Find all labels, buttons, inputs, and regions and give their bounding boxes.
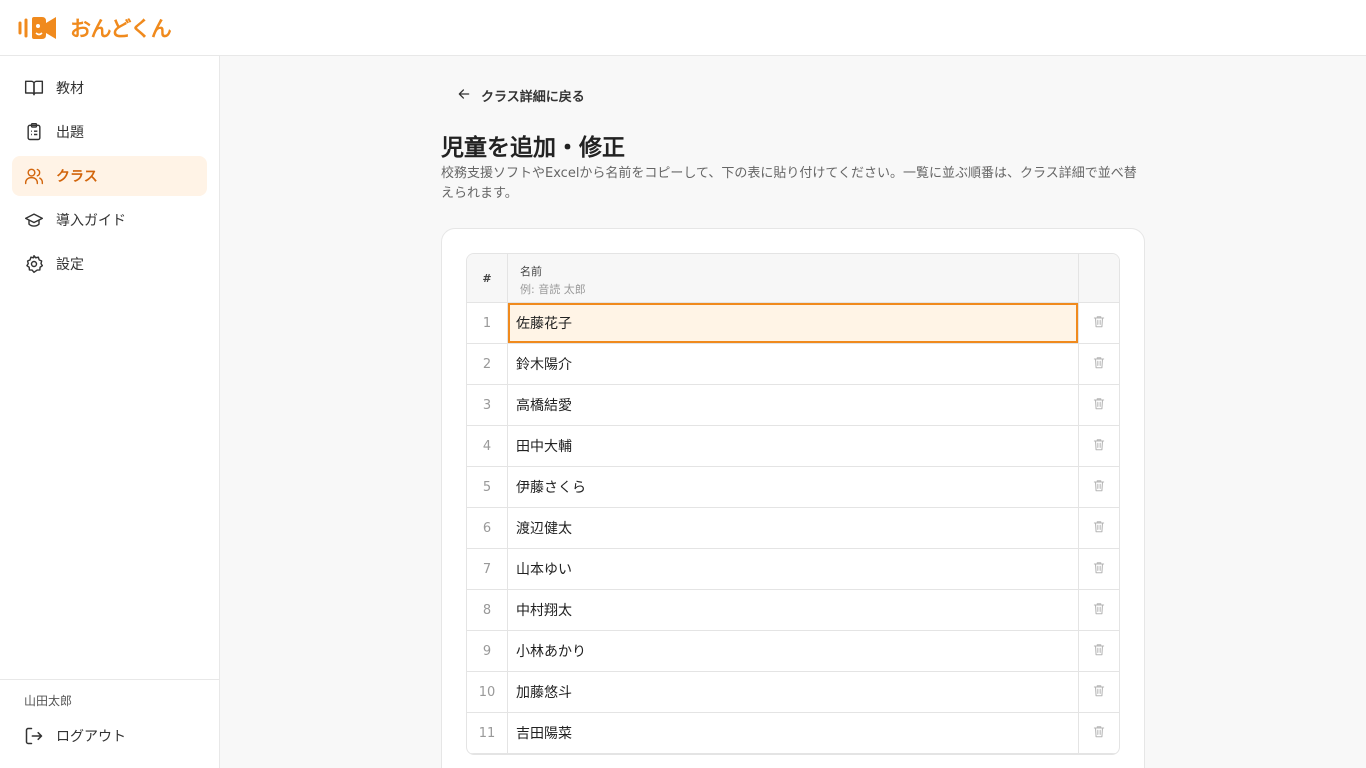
trash-icon [1092,519,1106,538]
sidebar-item-guide[interactable]: 導入ガイド [12,200,207,240]
column-header-number: # [467,254,508,302]
delete-row-button[interactable] [1079,467,1119,507]
page-description: 校務支援ソフトやExcelから名前をコピーして、下の表に貼り付けてください。一覧… [441,166,1137,201]
delete-row-button[interactable] [1079,385,1119,425]
student-table: # 名前 例: 音読 太郎 1 佐藤花子 2 鈴木陽介 3 高橋結愛 4 田中大輔 5 伊藤さくら… [466,253,1120,755]
logout-icon [24,726,44,746]
book-icon [24,78,44,98]
student-name-cell[interactable]: 山本ゆい [508,549,1079,589]
table-row: 1 佐藤花子 [467,303,1119,344]
graduation-cap-icon [24,210,44,230]
row-number: 8 [467,590,508,630]
sidebar-item-label: 設定 [56,257,84,273]
sidebar-nav: 教材 出題 クラス 導入ガイド 設定 [12,68,207,288]
back-to-class-link[interactable]: クラス詳細に戻る [457,86,585,105]
row-number: 10 [467,672,508,712]
delete-row-button[interactable] [1079,344,1119,384]
student-table-card: # 名前 例: 音読 太郎 1 佐藤花子 2 鈴木陽介 3 高橋結愛 4 田中大輔 5 伊藤さくら… [441,228,1145,768]
users-icon [24,166,44,186]
app-logo[interactable]: おんどくん [16,12,172,44]
delete-row-button[interactable] [1079,672,1119,712]
table-row: 11 吉田陽菜 [467,713,1119,754]
sidebar-item-label: 導入ガイド [56,213,126,229]
row-number: 11 [467,713,508,753]
delete-row-button[interactable] [1079,631,1119,671]
row-number: 3 [467,385,508,425]
sidebar: 教材 出題 クラス 導入ガイド 設定 山田太郎 ログアウト [0,56,220,768]
user-name: 山田太郎 [24,694,73,708]
table-header: # 名前 例: 音読 太郎 [467,254,1119,303]
row-number: 1 [467,303,508,343]
sidebar-item-materials[interactable]: 教材 [12,68,207,108]
trash-icon [1092,396,1106,415]
delete-row-button[interactable] [1079,303,1119,343]
row-number: 2 [467,344,508,384]
trash-icon [1092,314,1106,333]
table-row: 9 小林あかり [467,631,1119,672]
table-row: 6 渡辺健太 [467,508,1119,549]
logout-button[interactable]: ログアウト [12,720,126,752]
trash-icon [1092,724,1106,743]
table-row: 7 山本ゆい [467,549,1119,590]
student-name-cell[interactable]: 小林あかり [508,631,1079,671]
delete-row-button[interactable] [1079,426,1119,466]
main-content: クラス詳細に戻る 児童を追加・修正 校務支援ソフトやExcelから名前をコピーし… [220,56,1366,768]
sidebar-item-classes[interactable]: クラス [12,156,207,196]
sidebar-item-assignments[interactable]: 出題 [12,112,207,152]
clipboard-icon [24,122,44,142]
table-row: 4 田中大輔 [467,426,1119,467]
delete-row-button[interactable] [1079,549,1119,589]
table-row: 5 伊藤さくら [467,467,1119,508]
student-name-cell[interactable]: 加藤悠斗 [508,672,1079,712]
column-header-name: 名前 例: 音読 太郎 [508,254,1079,302]
row-number: 4 [467,426,508,466]
trash-icon [1092,478,1106,497]
column-header-name-label: 名前 [520,265,542,278]
delete-row-button[interactable] [1079,508,1119,548]
row-number: 5 [467,467,508,507]
sidebar-item-label: 出題 [56,125,84,141]
table-row: 2 鈴木陽介 [467,344,1119,385]
student-name-cell[interactable]: 高橋結愛 [508,385,1079,425]
student-name-cell[interactable]: 渡辺健太 [508,508,1079,548]
app-logo-text: おんどくん [70,17,172,41]
student-name-cell[interactable]: 伊藤さくら [508,467,1079,507]
student-name-cell[interactable]: 佐藤花子 [508,303,1079,343]
delete-row-button[interactable] [1079,590,1119,630]
student-name-cell[interactable]: 中村翔太 [508,590,1079,630]
column-header-actions [1079,254,1119,302]
table-row: 3 高橋結愛 [467,385,1119,426]
student-name-cell[interactable]: 田中大輔 [508,426,1079,466]
back-link-label: クラス詳細に戻る [481,90,585,105]
page-title: 児童を追加・修正 [441,135,625,161]
logout-label: ログアウト [56,729,126,745]
trash-icon [1092,642,1106,661]
trash-icon [1092,683,1106,702]
trash-icon [1092,560,1106,579]
table-body: 1 佐藤花子 2 鈴木陽介 3 高橋結愛 4 田中大輔 5 伊藤さくら 6 渡辺健太 7 山本ゆい 8 中村翔… [467,303,1119,754]
top-header: おんどくん [0,0,1366,56]
student-name-cell[interactable]: 鈴木陽介 [508,344,1079,384]
delete-row-button[interactable] [1079,713,1119,753]
arrow-left-icon [457,87,471,105]
trash-icon [1092,601,1106,620]
sidebar-item-label: クラス [56,169,98,185]
row-number: 7 [467,549,508,589]
row-number: 6 [467,508,508,548]
student-name-cell[interactable]: 吉田陽菜 [508,713,1079,753]
sidebar-item-settings[interactable]: 設定 [12,244,207,284]
logo-mascot-icon [18,17,56,39]
trash-icon [1092,355,1106,374]
table-row: 10 加藤悠斗 [467,672,1119,713]
table-row: 8 中村翔太 [467,590,1119,631]
sidebar-footer: 山田太郎 ログアウト [0,679,219,768]
column-header-name-example: 例: 音読 太郎 [520,283,586,296]
row-number: 9 [467,631,508,671]
gear-icon [24,254,44,274]
sidebar-item-label: 教材 [56,81,84,97]
trash-icon [1092,437,1106,456]
